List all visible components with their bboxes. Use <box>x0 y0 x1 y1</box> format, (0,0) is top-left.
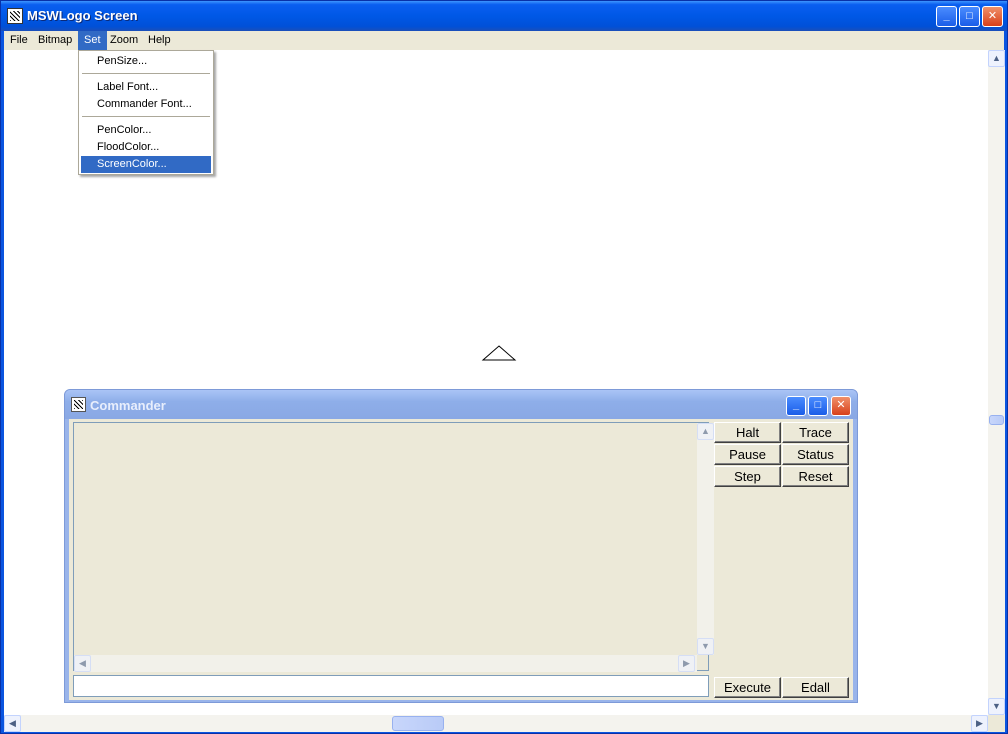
history-scroll-up-button[interactable]: ▲ <box>697 423 714 440</box>
menu-separator <box>82 73 210 75</box>
history-horizontal-scrollbar[interactable]: ◀ ▶ <box>74 655 697 672</box>
minimize-button[interactable]: _ <box>936 6 957 27</box>
window-title: MSWLogo Screen <box>27 8 138 23</box>
commander-body: ▲ ▼ ◀ ▶ Halt Trace Pause Status Step Res… <box>69 419 853 700</box>
history-scroll-left-button[interactable]: ◀ <box>74 655 91 672</box>
scroll-right-button[interactable]: ▶ <box>971 715 988 732</box>
vertical-scroll-thumb[interactable] <box>989 415 1004 425</box>
horizontal-scrollbar[interactable]: ◀ ▶ <box>4 715 988 732</box>
menu-item-screencolor[interactable]: ScreenColor... <box>81 156 211 173</box>
vertical-scrollbar[interactable]: ▲ ▼ <box>988 50 1005 715</box>
menu-item-pensize[interactable]: PenSize... <box>81 53 211 70</box>
pause-button[interactable]: Pause <box>714 444 781 465</box>
menu-zoom[interactable]: Zoom <box>104 31 144 50</box>
menu-item-label-font[interactable]: Label Font... <box>81 79 211 96</box>
commander-minimize-button[interactable]: _ <box>786 396 806 416</box>
menu-item-commander-font[interactable]: Commander Font... <box>81 96 211 113</box>
menu-item-floodcolor[interactable]: FloodColor... <box>81 139 211 156</box>
command-history-box[interactable]: ▲ ▼ ◀ ▶ <box>73 422 714 672</box>
turtle-icon <box>481 345 517 361</box>
menu-item-pencolor[interactable]: PenColor... <box>81 122 211 139</box>
set-dropdown-menu: PenSize... Label Font... Commander Font.… <box>78 50 214 175</box>
execute-button[interactable]: Execute <box>714 677 781 698</box>
maximize-button[interactable]: □ <box>959 6 980 27</box>
commander-close-button[interactable]: ✕ <box>831 396 851 416</box>
commander-title: Commander <box>90 398 166 413</box>
scroll-left-button[interactable]: ◀ <box>4 715 21 732</box>
reset-button[interactable]: Reset <box>782 466 849 487</box>
scroll-down-button[interactable]: ▼ <box>988 698 1005 715</box>
menu-bitmap[interactable]: Bitmap <box>32 31 78 50</box>
menu-help[interactable]: Help <box>142 31 177 50</box>
logo-icon[interactable] <box>7 8 23 24</box>
status-button[interactable]: Status <box>782 444 849 465</box>
commander-window: Commander _ □ ✕ ▲ ▼ ◀ ▶ Halt Trace Pause… <box>64 389 858 703</box>
commander-logo-icon[interactable] <box>71 397 86 412</box>
resize-grip[interactable] <box>988 715 1005 732</box>
horizontal-scroll-thumb[interactable] <box>392 716 444 731</box>
trace-button[interactable]: Trace <box>782 422 849 443</box>
menu-bar: File Bitmap Set Zoom Help <box>4 31 1004 50</box>
history-vertical-scrollbar[interactable]: ▲ ▼ <box>697 423 714 655</box>
main-window: MSWLogo Screen _ □ ✕ File Bitmap Set Zoo… <box>0 0 1008 734</box>
menu-file[interactable]: File <box>4 31 34 50</box>
step-button[interactable]: Step <box>714 466 781 487</box>
edall-button[interactable]: Edall <box>782 677 849 698</box>
close-button[interactable]: ✕ <box>982 6 1003 27</box>
history-scroll-down-button[interactable]: ▼ <box>697 638 714 655</box>
halt-button[interactable]: Halt <box>714 422 781 443</box>
history-scroll-right-button[interactable]: ▶ <box>678 655 695 672</box>
commander-maximize-button[interactable]: □ <box>808 396 828 416</box>
menu-separator <box>82 116 210 118</box>
commander-title-bar[interactable]: Commander _ □ ✕ <box>65 390 857 419</box>
title-bar[interactable]: MSWLogo Screen _ □ ✕ <box>1 1 1007 31</box>
scroll-up-button[interactable]: ▲ <box>988 50 1005 67</box>
menu-set[interactable]: Set <box>78 31 107 50</box>
command-input[interactable] <box>73 675 709 697</box>
